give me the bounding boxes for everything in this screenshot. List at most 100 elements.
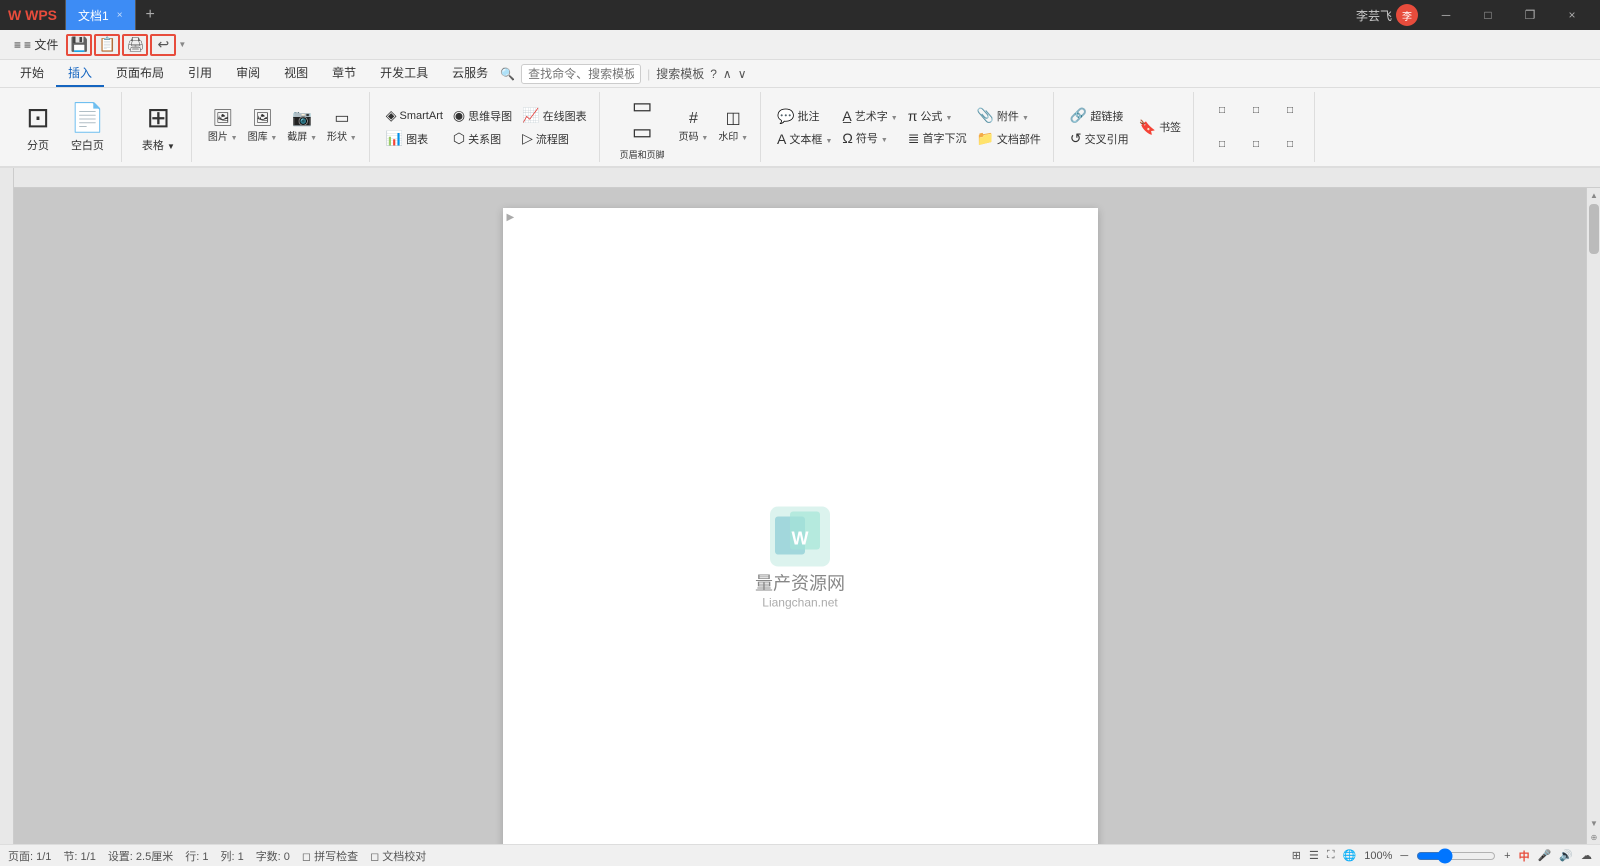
- fullscreen-button[interactable]: ⛶: [1327, 849, 1335, 862]
- screenshot-button[interactable]: 📷 截屏 ▼: [283, 109, 321, 145]
- menu-icon: ≡: [14, 38, 21, 52]
- tab-home[interactable]: 开始: [8, 60, 56, 87]
- user-avatar[interactable]: 李: [1396, 4, 1418, 26]
- view-mode-2[interactable]: ☰: [1309, 849, 1319, 862]
- speaker-icon[interactable]: 🔊: [1559, 849, 1573, 862]
- watermark-button[interactable]: ◫ 水印 ▼: [714, 109, 752, 145]
- document-scroll-area[interactable]: ▶ W 量产资源网 Liangchan.net: [14, 188, 1586, 844]
- page-num-button[interactable]: # 页码 ▼: [675, 109, 713, 145]
- image-lib-button[interactable]: 🖼 图库 ▼: [244, 109, 282, 145]
- doc-review[interactable]: ◻ 文档校对: [370, 848, 426, 864]
- blank-page-button[interactable]: 📄 空白页: [62, 97, 113, 157]
- tab-layout[interactable]: 页面布局: [104, 60, 176, 87]
- close-button[interactable]: ×: [1552, 0, 1592, 30]
- zoom-minus-button[interactable]: ─: [1400, 850, 1408, 862]
- obj-btn-5[interactable]: □: [1240, 137, 1272, 152]
- picture-button[interactable]: 🖼 图片 ▼: [204, 109, 242, 145]
- bookmark-label: 书签: [1159, 119, 1181, 135]
- tab-review[interactable]: 审阅: [224, 60, 272, 87]
- doc-canvas: ▶ W 量产资源网 Liangchan.net: [14, 188, 1600, 844]
- symbol-label: 符号 ▼: [856, 130, 888, 146]
- spell-check[interactable]: ◻ 拼写检查: [302, 848, 358, 864]
- formula-button[interactable]: π 公式 ▼: [904, 106, 971, 126]
- view-mode-1[interactable]: ⊞: [1292, 849, 1301, 862]
- template-button[interactable]: 📋: [94, 34, 120, 56]
- collapse-button[interactable]: ∧: [723, 67, 732, 81]
- comment-button[interactable]: 💬 批注: [773, 106, 836, 127]
- header-footer-button[interactable]: ▭▭ 页眉和页脚: [612, 97, 673, 157]
- smartart-button[interactable]: ◈ SmartArt: [382, 105, 447, 126]
- undo-button[interactable]: ↩: [150, 34, 176, 56]
- table-button[interactable]: ⊞ 表格 ▼: [134, 97, 183, 157]
- textbox-button[interactable]: A 文本框 ▼: [773, 129, 836, 149]
- online-chart-button[interactable]: 📈 在线图表: [518, 105, 590, 126]
- image-lib-icon: 🖼: [252, 111, 272, 127]
- language-button[interactable]: 🌐: [1343, 849, 1357, 862]
- scroll-up-button[interactable]: ▲: [1587, 188, 1600, 202]
- lang-indicator[interactable]: 中: [1519, 848, 1530, 864]
- obj-btn-4[interactable]: □: [1206, 137, 1238, 152]
- document-tab[interactable]: 文档1 ×: [65, 0, 136, 30]
- ribbon-tabs: 开始 插入 页面布局 引用 审阅 视图 章节 开发工具 云服务 🔍 | 搜索模板…: [0, 60, 1600, 88]
- watermark-sub: Liangchan.net: [755, 596, 845, 610]
- symbol-button[interactable]: Ω 符号 ▼: [838, 128, 901, 148]
- attachment-button[interactable]: 📎 附件 ▼: [972, 105, 1044, 126]
- expand-button[interactable]: ∨: [738, 67, 747, 81]
- tab-reference[interactable]: 引用: [176, 60, 224, 87]
- quick-toolbar-dropdown[interactable]: ▼: [178, 40, 186, 49]
- mindmap-button[interactable]: ◉ 思维导图: [449, 105, 516, 126]
- shape-label: 形状 ▼: [327, 128, 357, 143]
- search-template-label[interactable]: 搜索模板: [656, 65, 704, 82]
- online-chart-label: 在线图表: [543, 108, 587, 124]
- tab-chapter[interactable]: 章节: [320, 60, 368, 87]
- flowchart-button[interactable]: ▷ 流程图: [518, 128, 590, 149]
- art-text-label: 艺术字 ▼: [855, 108, 898, 124]
- file-menu-label[interactable]: ≡ 文件: [24, 36, 58, 53]
- obj-btn-1[interactable]: □: [1206, 103, 1238, 118]
- chart-icon: 📊: [386, 130, 403, 147]
- print-button[interactable]: 🖨: [122, 34, 148, 56]
- header-footer-label: 页眉和页脚: [620, 148, 665, 161]
- restore-button[interactable]: ❐: [1510, 0, 1550, 30]
- expand-view-button[interactable]: ⊕: [1587, 830, 1600, 844]
- minimize-button[interactable]: ─: [1426, 0, 1466, 30]
- hamburger-menu[interactable]: ≡ ≡ 文件: [8, 34, 64, 55]
- microphone-icon[interactable]: 🎤: [1538, 849, 1552, 862]
- obj-btn-3[interactable]: □: [1274, 103, 1306, 118]
- tab-view[interactable]: 视图: [272, 60, 320, 87]
- art-text-button[interactable]: A̲ 艺术字 ▼: [838, 106, 901, 126]
- obj-btn-6[interactable]: □: [1274, 137, 1306, 152]
- tab-insert[interactable]: 插入: [56, 60, 104, 87]
- help-button[interactable]: ?: [710, 67, 717, 81]
- obj-icon-4: □: [1219, 139, 1225, 150]
- picture-label: 图片 ▼: [208, 128, 238, 143]
- header-footer-icon: ▭▭: [632, 93, 653, 145]
- search-input[interactable]: [521, 64, 641, 84]
- add-tab-button[interactable]: +: [140, 6, 161, 24]
- tab-devtools[interactable]: 开发工具: [368, 60, 440, 87]
- cloud-status-icon[interactable]: ☁: [1581, 849, 1592, 862]
- hyperlink-button[interactable]: 🔗 超链接: [1066, 105, 1133, 126]
- maximize-button[interactable]: □: [1468, 0, 1508, 30]
- relation-button[interactable]: ⬡ 关系图: [449, 128, 516, 149]
- tab-cloud[interactable]: 云服务: [440, 60, 500, 87]
- crossref-button[interactable]: ↺ 交叉引用: [1066, 128, 1133, 149]
- zoom-plus-button[interactable]: +: [1504, 850, 1510, 862]
- obj-btn-2[interactable]: □: [1240, 103, 1272, 118]
- page-break-button[interactable]: ⊡ 分页: [16, 97, 60, 157]
- hyperlink-label: 超链接: [1090, 108, 1123, 124]
- formula-icon: π: [908, 108, 918, 124]
- scroll-down-button[interactable]: ▼: [1587, 816, 1600, 830]
- shape-icon: ▭: [334, 111, 349, 127]
- dropcap-button[interactable]: ≣ 首字下沉: [904, 128, 971, 149]
- doc-part-button[interactable]: 📁 文档部件: [972, 128, 1044, 149]
- save-button[interactable]: 💾: [66, 34, 92, 56]
- watermark-label: 水印 ▼: [718, 128, 748, 143]
- ribbon-group-links: 🔗 超链接 ↺ 交叉引用 🔖 书签: [1058, 92, 1194, 162]
- zoom-slider[interactable]: [1416, 848, 1496, 864]
- shape-button[interactable]: ▭ 形状 ▼: [323, 109, 361, 145]
- chart-button[interactable]: 📊 图表: [382, 128, 447, 149]
- bookmark-button[interactable]: 🔖 书签: [1135, 117, 1185, 138]
- flowchart-label: 流程图: [536, 131, 569, 147]
- close-tab-button[interactable]: ×: [117, 10, 123, 21]
